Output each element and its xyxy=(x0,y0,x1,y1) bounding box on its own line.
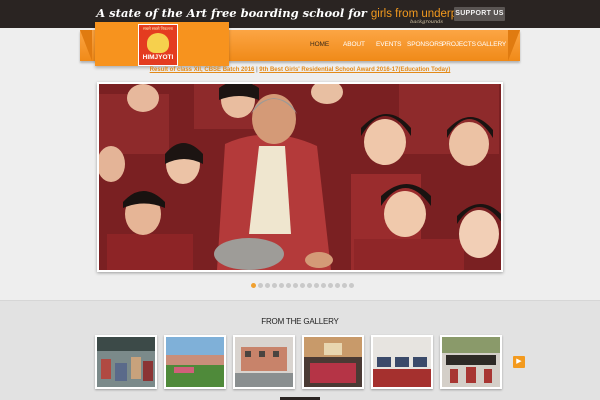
arrow-right-icon: ▶ xyxy=(516,358,522,365)
tagline-small: backgrounds xyxy=(410,19,443,25)
ribbon-fold-left xyxy=(80,30,92,61)
hero-photo xyxy=(99,84,501,270)
nav-item-projects[interactable]: PROJECTS xyxy=(442,41,476,48)
gallery-thumb-1[interactable] xyxy=(95,335,157,389)
slider-dot[interactable] xyxy=(286,283,291,288)
gallery-next-button[interactable]: ▶ xyxy=(513,356,525,368)
news-link-award[interactable]: 9th Best Girls' Residential School Award… xyxy=(259,67,450,73)
news-link-cbse-result[interactable]: Result of class XII, CBSE Batch 2016 xyxy=(150,67,255,73)
nav-item-about[interactable]: ABOUT xyxy=(343,41,365,48)
announcement-bar: Result of class XII, CBSE Batch 2016 | 9… xyxy=(0,67,600,73)
nav-item-events[interactable]: EVENTS xyxy=(376,41,402,48)
slider-dot[interactable] xyxy=(307,283,312,288)
slider-dot[interactable] xyxy=(342,283,347,288)
header-tagline: A state of the Art free boarding school … xyxy=(96,6,500,20)
slider-dot[interactable] xyxy=(293,283,298,288)
thumb-1-photo xyxy=(97,337,155,387)
tagline-main: A state of the Art free boarding school … xyxy=(96,6,371,20)
logo-name: HIMJYOTI xyxy=(142,54,174,61)
thumb-2-photo xyxy=(166,337,224,387)
slider-dot[interactable] xyxy=(335,283,340,288)
slider-dot[interactable] xyxy=(265,283,270,288)
slider-dot[interactable] xyxy=(321,283,326,288)
slider-dot[interactable] xyxy=(258,283,263,288)
nav-item-sponsors[interactable]: SPONSORS xyxy=(407,41,443,48)
gallery-thumb-5[interactable] xyxy=(371,335,433,389)
slider-dot[interactable] xyxy=(279,283,284,288)
gallery-thumb-2[interactable] xyxy=(164,335,226,389)
logo-top-text: सबसे सबसे निकलना xyxy=(143,26,173,31)
gallery-thumb-6[interactable] xyxy=(440,335,502,389)
gallery-thumb-4[interactable] xyxy=(302,335,364,389)
thumb-3-photo xyxy=(235,337,293,387)
support-us-button[interactable]: SUPPORT US xyxy=(454,7,505,21)
thumb-4-photo xyxy=(304,337,362,387)
gallery-section xyxy=(0,300,600,400)
news-separator: | xyxy=(256,67,258,73)
thumb-6-photo xyxy=(442,337,500,387)
hero-slider-image[interactable] xyxy=(97,82,503,272)
gallery-thumb-3[interactable] xyxy=(233,335,295,389)
slider-dot[interactable] xyxy=(272,283,277,288)
slider-dot[interactable] xyxy=(251,283,256,288)
thumb-5-photo xyxy=(373,337,431,387)
lotus-emblem-icon xyxy=(147,33,169,53)
gallery-heading: FROM THE GALLERY xyxy=(261,317,339,326)
slider-dot[interactable] xyxy=(328,283,333,288)
nav-item-home[interactable]: HOME xyxy=(310,41,329,48)
slider-dot[interactable] xyxy=(314,283,319,288)
nav-item-gallery[interactable]: GALLERY xyxy=(477,41,506,48)
ribbon-fold-right xyxy=(508,30,520,61)
slider-dot[interactable] xyxy=(349,283,354,288)
slider-dot[interactable] xyxy=(300,283,305,288)
himjyoti-logo[interactable]: सबसे सबसे निकलना HIMJYOTI xyxy=(138,24,178,66)
